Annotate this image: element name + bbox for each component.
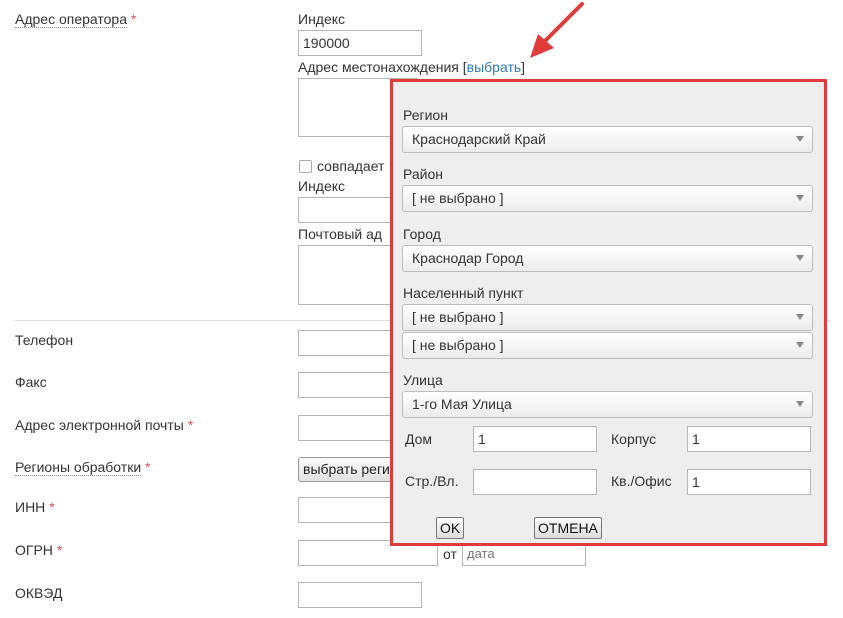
house-input[interactable] xyxy=(473,426,597,452)
settlement-select-value: [ не выбрано ] xyxy=(412,309,504,325)
required-mark: * xyxy=(130,11,137,27)
chevron-down-icon xyxy=(796,342,804,348)
fax-label: Факс xyxy=(15,374,47,390)
postal-address-label: Почтовый ад xyxy=(298,226,383,242)
annotation-arrow-icon xyxy=(530,2,584,58)
ogrn-label: ОГРН xyxy=(15,542,53,558)
region-select-value: Краснодарский Край xyxy=(412,131,546,147)
matches-label: совпадает xyxy=(317,158,385,174)
phone-label: Телефон xyxy=(15,332,74,348)
required-mark: * xyxy=(187,417,194,433)
street-select-value: 1-го Мая Улица xyxy=(412,396,512,412)
city-label: Город xyxy=(403,226,441,242)
ok-button[interactable]: OK xyxy=(436,517,465,539)
inn-label: ИНН xyxy=(15,499,46,515)
region-label: Регион xyxy=(403,107,448,123)
location-address-label: Адрес местонахождения xyxy=(298,59,459,75)
required-mark: * xyxy=(49,499,55,515)
operator-address-label-row: Адрес оператора * xyxy=(15,11,137,28)
index2-label: Индекс xyxy=(298,178,346,194)
index-input[interactable] xyxy=(298,30,422,56)
settlement-sub-select-value: [ не выбрано ] xyxy=(412,337,504,353)
chevron-down-icon xyxy=(796,255,804,261)
structure-label: Стр./Вл. xyxy=(405,473,459,489)
chevron-down-icon xyxy=(796,195,804,201)
settlement-select[interactable]: [ не выбрано ] xyxy=(402,304,813,331)
inn-label-row: ИНН * xyxy=(15,499,55,515)
settlement-label: Населенный пункт xyxy=(403,285,524,301)
district-select[interactable]: [ не выбрано ] xyxy=(402,185,813,212)
location-address-label-row: Адрес местонахождения [выбрать] xyxy=(298,59,525,75)
city-select[interactable]: Краснодар Город xyxy=(402,245,813,272)
building-input[interactable] xyxy=(687,426,811,452)
index-label: Индекс xyxy=(298,11,346,27)
operator-address-label: Адрес оператора xyxy=(15,11,127,28)
cancel-button[interactable]: ОТМЕНА xyxy=(534,517,602,539)
matches-checkbox[interactable] xyxy=(299,160,312,173)
district-label: Район xyxy=(403,166,443,182)
regions-label: Регионы обработки xyxy=(15,459,142,476)
region-select[interactable]: Краснодарский Край xyxy=(402,126,813,153)
email-label: Адрес электронной почты xyxy=(15,417,184,433)
ogrn-label-row: ОГРН * xyxy=(15,542,62,558)
ogrn-from-label: от xyxy=(443,546,457,562)
required-mark: * xyxy=(56,542,63,558)
district-select-value: [ не выбрано ] xyxy=(412,190,504,206)
settlement-sub-select[interactable]: [ не выбрано ] xyxy=(402,332,813,359)
okved-label: ОКВЭД xyxy=(15,585,63,601)
building-label: Корпус xyxy=(611,431,657,447)
apartment-label: Кв./Офис xyxy=(611,473,672,489)
apartment-input[interactable] xyxy=(687,469,811,495)
house-label: Дом xyxy=(405,431,433,447)
regions-label-row: Регионы обработки * xyxy=(15,459,151,476)
city-select-value: Краснодар Город xyxy=(412,250,524,266)
chevron-down-icon xyxy=(796,401,804,407)
street-select[interactable]: 1-го Мая Улица xyxy=(402,391,813,418)
okved-input[interactable] xyxy=(298,582,422,608)
chevron-down-icon xyxy=(796,136,804,142)
required-mark: * xyxy=(145,459,151,475)
select-address-link[interactable]: выбрать xyxy=(467,59,522,75)
email-label-row: Адрес электронной почты * xyxy=(15,417,193,433)
street-label: Улица xyxy=(403,372,443,388)
structure-input[interactable] xyxy=(473,469,597,495)
address-select-popup: Регион Краснодарский Край Район [ не выб… xyxy=(390,79,827,546)
chevron-down-icon xyxy=(796,314,804,320)
select-regions-button[interactable]: выбрать реги xyxy=(298,457,393,482)
